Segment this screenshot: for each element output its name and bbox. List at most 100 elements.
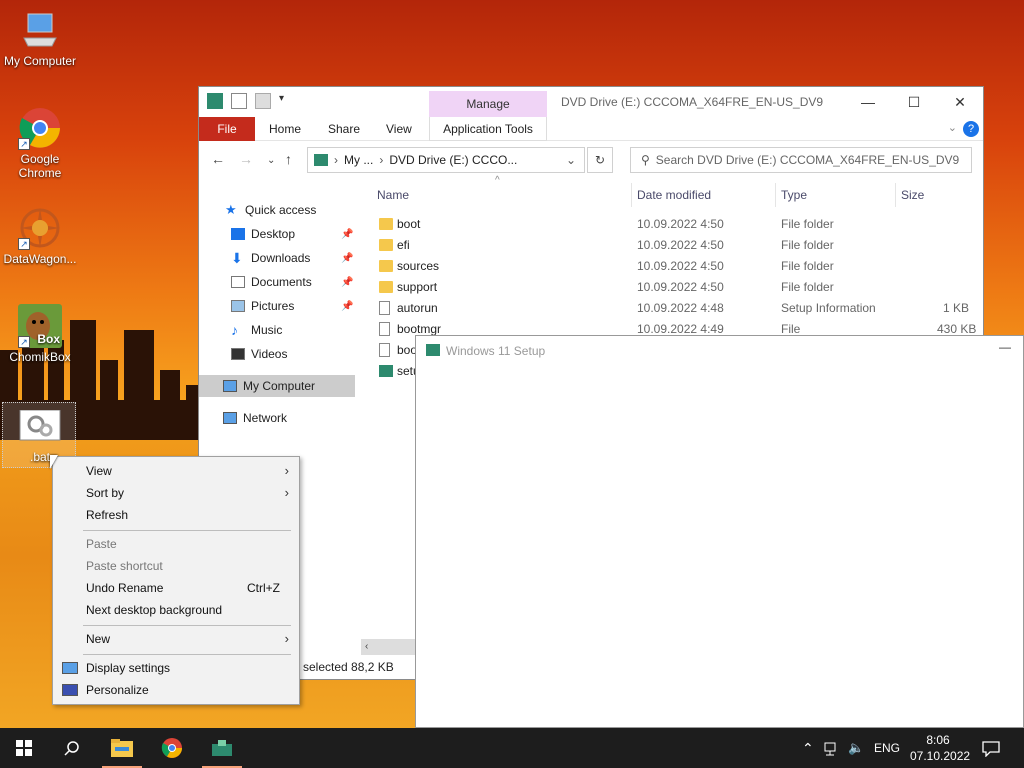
file-row-support[interactable]: support 10.09.2022 4:50 File folder bbox=[377, 277, 977, 298]
chrome-icon bbox=[161, 738, 182, 758]
help-icon[interactable]: ? bbox=[963, 121, 979, 137]
desktop-icon-chomikbox[interactable]: Box ↗ ChomikBox bbox=[0, 304, 80, 364]
chevron-right-icon: › bbox=[284, 463, 289, 478]
desktop-icon-my-computer[interactable]: My Computer bbox=[0, 8, 80, 68]
network-icon[interactable] bbox=[824, 728, 840, 768]
menu-item-view[interactable]: View › bbox=[53, 460, 299, 482]
tab-view[interactable]: View bbox=[386, 117, 412, 141]
sidebar-item-music[interactable]: ♪ Music bbox=[231, 319, 282, 341]
clock[interactable]: 8:06 07.10.2022 bbox=[910, 732, 970, 764]
menu-item-label: Display settings bbox=[86, 661, 171, 675]
menu-item-personalize[interactable]: Personalize bbox=[53, 679, 299, 701]
minimize-icon[interactable]: — bbox=[845, 87, 891, 117]
desktop-icon-label: DataWagon... bbox=[3, 252, 77, 266]
forward-icon[interactable]: → bbox=[239, 151, 253, 167]
star-icon: ★ bbox=[225, 202, 237, 217]
file-row-boot[interactable]: boot 10.09.2022 4:50 File folder bbox=[377, 214, 977, 235]
sidebar-item-videos[interactable]: Videos bbox=[231, 343, 287, 365]
language-indicator[interactable]: ENG bbox=[874, 728, 900, 768]
search-input[interactable]: ⚲ Search DVD Drive (E:) CCCOMA_X64FRE_EN-… bbox=[630, 147, 972, 173]
breadcrumb-my-computer[interactable]: My ... bbox=[344, 153, 373, 167]
volume-icon[interactable]: 🔈 bbox=[848, 728, 864, 768]
setup-app-icon bbox=[379, 365, 393, 377]
breadcrumb-dvd-drive[interactable]: DVD Drive (E:) CCCO... bbox=[389, 153, 517, 167]
refresh-icon[interactable]: ↻ bbox=[587, 147, 613, 173]
file-row-autorun[interactable]: autorun 10.09.2022 4:48 Setup Informatio… bbox=[377, 298, 977, 319]
desktop-icon-datawagon[interactable]: ↗ DataWagon... bbox=[0, 206, 80, 266]
sidebar-item-label: Quick access bbox=[245, 203, 317, 217]
taskbar-chrome[interactable] bbox=[148, 728, 196, 768]
desktop-icon-google-chrome[interactable]: ↗ Google Chrome bbox=[0, 106, 80, 180]
music-icon: ♪ bbox=[231, 322, 238, 338]
desktop-icon-label: ChomikBox bbox=[9, 350, 71, 364]
file-row-efi[interactable]: efi 10.09.2022 4:50 File folder bbox=[377, 235, 977, 256]
menu-separator bbox=[83, 530, 291, 531]
pin-icon[interactable]: 📌 bbox=[341, 277, 353, 288]
dropdown-icon[interactable]: ▾ bbox=[279, 93, 289, 109]
menu-item-label: Personalize bbox=[86, 683, 149, 697]
sidebar-item-pictures[interactable]: Pictures bbox=[231, 295, 294, 317]
tab-share[interactable]: Share bbox=[328, 117, 360, 141]
tab-manage[interactable]: Manage bbox=[429, 91, 547, 117]
explorer-titlebar[interactable]: ▾ Manage DVD Drive (E:) CCCOMA_X64FRE_EN… bbox=[199, 87, 983, 117]
sidebar-item-network[interactable]: Network bbox=[223, 407, 287, 429]
menu-item-next-desktop-background[interactable]: Next desktop background bbox=[53, 599, 299, 621]
tab-home[interactable]: Home bbox=[269, 117, 301, 141]
windows-setup-window[interactable]: Windows 11 Setup — bbox=[415, 335, 1024, 728]
file-row-sources[interactable]: sources 10.09.2022 4:50 File folder bbox=[377, 256, 977, 277]
notifications-icon[interactable] bbox=[982, 728, 1000, 768]
column-separator[interactable] bbox=[775, 183, 776, 207]
ribbon-expand-icon[interactable]: ⌄ bbox=[948, 121, 957, 134]
new-folder-icon[interactable] bbox=[255, 93, 271, 109]
start-button[interactable] bbox=[0, 728, 48, 768]
sidebar-item-my-computer[interactable]: My Computer bbox=[199, 375, 355, 397]
column-separator[interactable] bbox=[895, 183, 896, 207]
menu-item-sort-by[interactable]: Sort by › bbox=[53, 482, 299, 504]
column-header-date-modified[interactable]: Date modified bbox=[637, 188, 711, 202]
horizontal-scrollbar[interactable]: ‹ bbox=[361, 639, 421, 655]
sidebar-item-downloads[interactable]: ⬇ Downloads bbox=[231, 247, 310, 269]
address-dropdown-icon[interactable]: ⌄ bbox=[566, 153, 576, 167]
taskbar-file-explorer[interactable] bbox=[98, 728, 146, 768]
menu-item-new[interactable]: New › bbox=[53, 628, 299, 650]
pin-icon[interactable]: 📌 bbox=[341, 301, 353, 312]
sidebar-item-documents[interactable]: Documents bbox=[231, 271, 312, 293]
windows-logo-icon bbox=[16, 740, 32, 756]
column-header-type[interactable]: Type bbox=[781, 188, 807, 202]
menu-item-undo-rename[interactable]: Undo Rename Ctrl+Z bbox=[53, 577, 299, 599]
drive-icon bbox=[314, 154, 328, 166]
menu-item-paste[interactable]: Paste bbox=[53, 533, 299, 555]
close-icon[interactable]: ✕ bbox=[937, 87, 983, 117]
show-hidden-icons-icon[interactable]: ⌃ bbox=[802, 728, 814, 768]
sidebar-item-label: Music bbox=[251, 323, 283, 337]
tab-file[interactable]: File bbox=[199, 117, 255, 141]
documents-icon bbox=[231, 276, 245, 288]
column-separator[interactable] bbox=[631, 183, 632, 207]
file-icon bbox=[379, 322, 390, 336]
up-icon[interactable]: ↑ bbox=[285, 151, 292, 167]
menu-item-refresh[interactable]: Refresh bbox=[53, 504, 299, 526]
column-header-name[interactable]: Name bbox=[377, 188, 409, 202]
breadcrumb-separator-icon: › bbox=[334, 153, 338, 167]
column-header-size[interactable]: Size bbox=[901, 188, 924, 202]
scroll-left-icon[interactable]: ‹ bbox=[365, 641, 368, 652]
pin-icon[interactable]: 📌 bbox=[341, 229, 353, 240]
sort-ascending-icon: ^ bbox=[495, 175, 500, 186]
file-type: Setup Information bbox=[781, 301, 876, 315]
recent-locations-icon[interactable]: ⌄ bbox=[267, 155, 275, 166]
minimize-icon[interactable]: — bbox=[999, 340, 1011, 354]
pin-icon[interactable]: 📌 bbox=[341, 253, 353, 264]
sidebar-item-quick-access[interactable]: ★ Quick access bbox=[225, 199, 316, 221]
sidebar-item-desktop[interactable]: Desktop bbox=[231, 223, 295, 245]
menu-item-paste-shortcut[interactable]: Paste shortcut bbox=[53, 555, 299, 577]
taskbar-windows-setup[interactable] bbox=[198, 728, 246, 768]
tab-application-tools[interactable]: Application Tools bbox=[429, 117, 547, 141]
back-icon[interactable]: ← bbox=[211, 151, 225, 167]
menu-item-label: Undo Rename bbox=[86, 581, 164, 595]
address-bar[interactable]: › My ... › DVD Drive (E:) CCCO... ⌄ bbox=[307, 147, 585, 173]
properties-icon[interactable] bbox=[231, 93, 247, 109]
menu-item-display-settings[interactable]: Display settings bbox=[53, 657, 299, 679]
maximize-icon[interactable]: ☐ bbox=[891, 87, 937, 117]
chrome-icon: ↗ bbox=[18, 106, 62, 150]
search-button[interactable] bbox=[48, 728, 96, 768]
